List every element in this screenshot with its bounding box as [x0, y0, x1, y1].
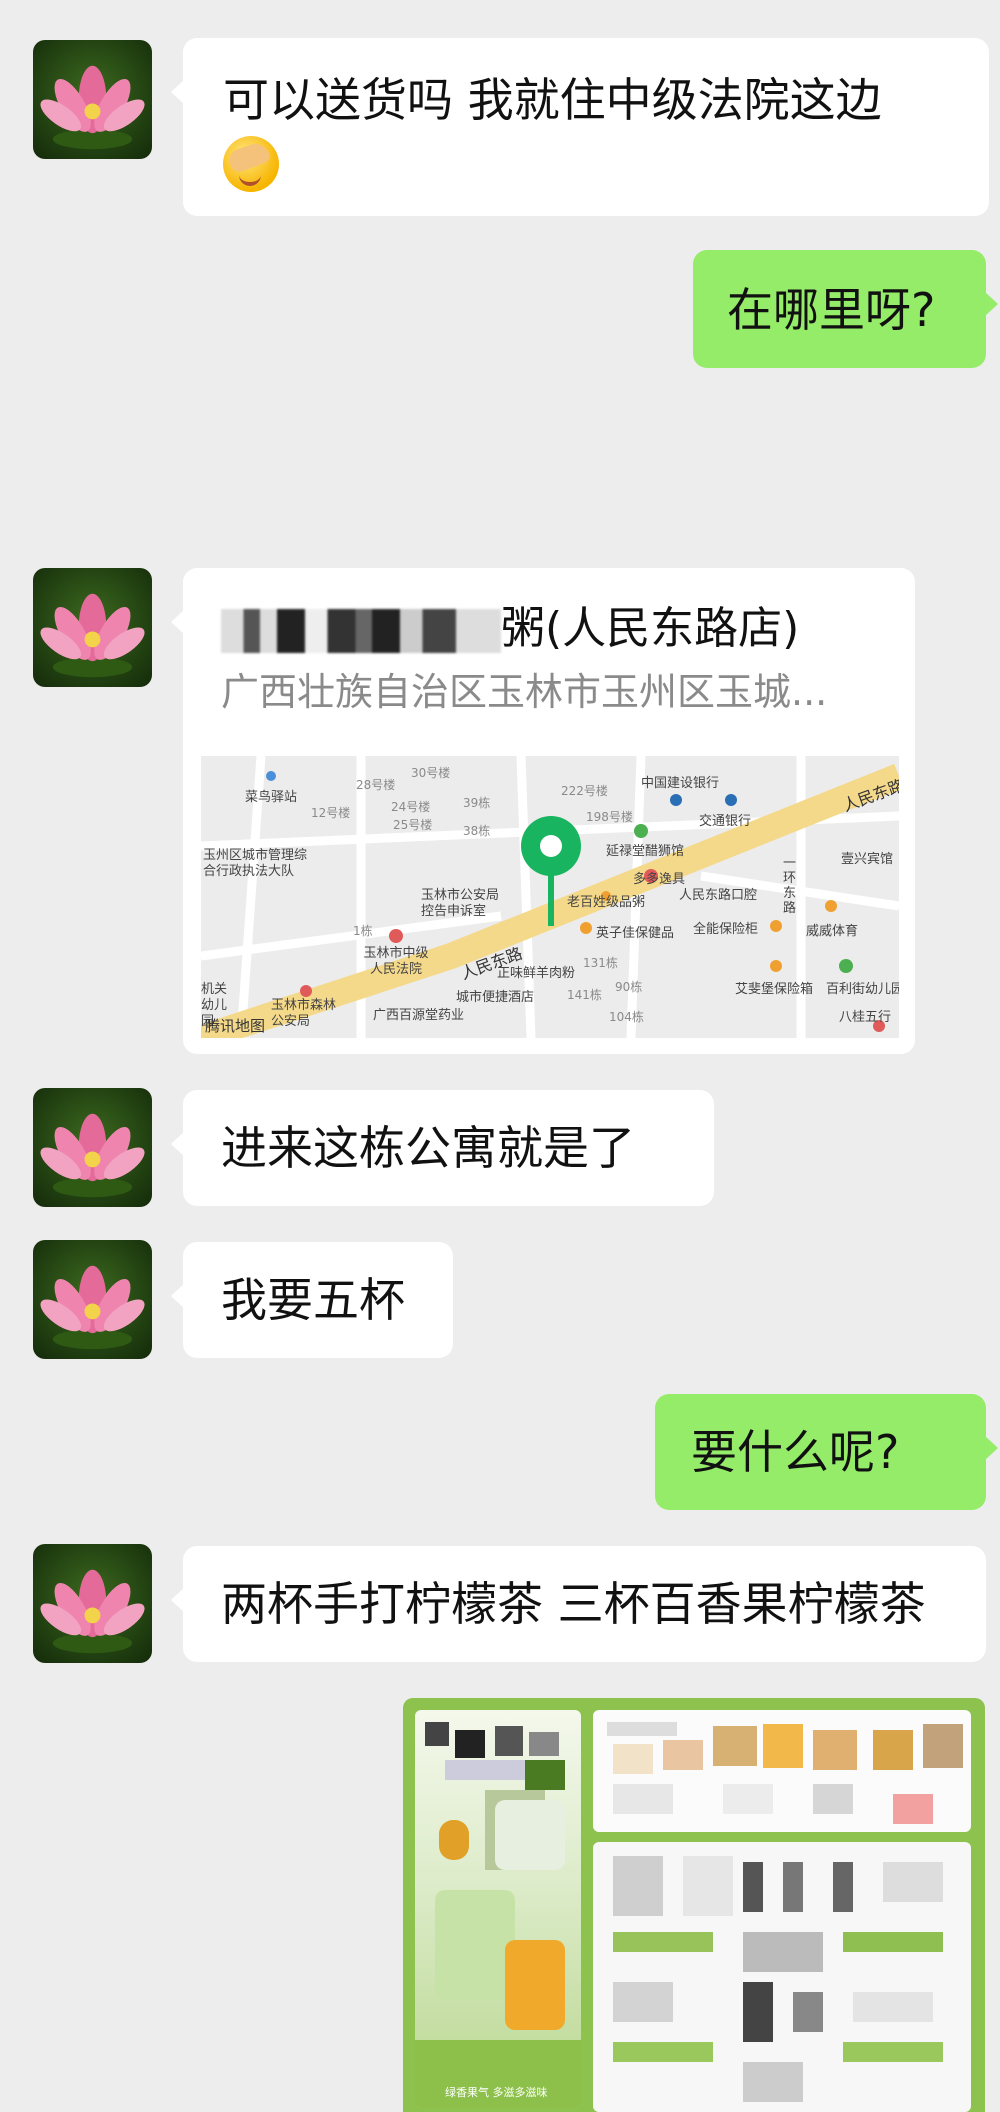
- map-label: 222号楼: [561, 784, 608, 798]
- map-label: 多多逸具: [633, 872, 686, 887]
- menu-poster: 绿香果气 多滋多滋味: [415, 1710, 581, 2108]
- map-label: 12号楼: [311, 806, 351, 820]
- message-text: 可以送货吗 我就住中级法院这边: [223, 73, 882, 127]
- contact-avatar[interactable]: [33, 568, 152, 687]
- message-bubble-incoming[interactable]: 两杯手打柠檬茶 三杯百香果柠檬茶: [171, 1546, 986, 1662]
- location-card[interactable]: 粥(人民东路店) 广西壮族自治区玉林市玉州区玉城... 菜鸟驿站 30号楼 28…: [171, 568, 915, 1054]
- face-palm-emoji-icon: [223, 135, 279, 192]
- map-label: 玉林市森林公安局: [271, 998, 337, 1029]
- map-label: 交通银行: [699, 814, 752, 829]
- map-label: 延禄堂醋狮馆: [606, 844, 685, 859]
- lotus-avatar-image: [40, 65, 145, 150]
- lotus-avatar-image: [40, 1113, 145, 1198]
- poster-caption: 绿香果气 多滋多滋味: [445, 2086, 548, 2099]
- map-label: 一环东路: [783, 856, 797, 916]
- message-bubble-incoming[interactable]: 可以送货吗 我就住中级法院这边: [171, 38, 989, 216]
- location-address: 广西壮族自治区玉林市玉州区玉城...: [221, 670, 828, 714]
- map-label: 人民东路口腔: [679, 888, 758, 903]
- map-label: 39栋: [463, 796, 491, 810]
- map-preview[interactable]: 菜鸟驿站 30号楼 28号楼 12号楼 24号楼 25号楼 39栋 38栋 22…: [201, 756, 899, 1038]
- lotus-avatar-image: [40, 1569, 145, 1654]
- map-label: 正味鲜羊肉粉: [497, 966, 576, 981]
- map-label: 1栋: [353, 924, 373, 938]
- map-label: 30号楼: [411, 766, 451, 780]
- map-label: 中国建设银行: [641, 776, 720, 791]
- map-label: 广西百源堂药业: [373, 1008, 465, 1023]
- map-label: 全能保险柜: [693, 922, 759, 937]
- pixelated-shop-name: [221, 609, 501, 653]
- lotus-avatar-image: [40, 593, 145, 678]
- map-label: 八桂五行: [839, 1010, 892, 1025]
- map-label: 威威体育: [806, 924, 859, 939]
- map-label: 38栋: [463, 824, 491, 838]
- message-text: 要什么呢?: [691, 1425, 900, 1479]
- map-label: 玉林市中级人民法院: [363, 946, 429, 977]
- message-text: 在哪里呀?: [727, 283, 936, 337]
- message-text: 进来这栋公寓就是了: [221, 1121, 635, 1175]
- message-text: 我要五杯: [221, 1273, 405, 1327]
- contact-avatar[interactable]: [33, 1544, 152, 1663]
- contact-avatar[interactable]: [33, 1088, 152, 1207]
- map-provider-credit: 腾讯地图: [205, 1017, 266, 1035]
- map-label: 百利街幼儿园: [826, 982, 899, 997]
- map-label: 198号楼: [586, 810, 633, 824]
- message-bubble-incoming[interactable]: 进来这栋公寓就是了: [171, 1090, 714, 1206]
- message-bubble-outgoing[interactable]: 在哪里呀?: [693, 250, 998, 368]
- message-bubble-incoming[interactable]: 我要五杯: [171, 1242, 453, 1358]
- map-label: 28号楼: [356, 778, 396, 792]
- location-title: 粥(人民东路店): [221, 602, 799, 656]
- map-label: 城市便捷酒店: [456, 990, 535, 1005]
- menu-image-message[interactable]: 绿香果气 多滋多滋味: [403, 1698, 985, 2112]
- map-label: 玉州区城市管理综合行政执法大队: [203, 848, 308, 879]
- map-label: 24号楼: [391, 800, 431, 814]
- map-label: 老百姓级品粥: [567, 895, 646, 910]
- contact-avatar[interactable]: [33, 40, 152, 159]
- map-label: 90栋: [615, 980, 643, 994]
- menu-list-bottom: [593, 1842, 971, 2112]
- map-label: 131栋: [583, 956, 618, 970]
- map-label: 玉林市公安局控告申诉室: [421, 888, 500, 919]
- map-label: 艾斐堡保险箱: [735, 982, 814, 997]
- contact-avatar[interactable]: [33, 1240, 152, 1359]
- map-label: 菜鸟驿站: [245, 790, 298, 805]
- map-label: 25号楼: [393, 818, 433, 832]
- map-label: 141栋: [567, 988, 602, 1002]
- map-label: 英子佳保健品: [596, 926, 675, 941]
- map-label: 壹兴宾馆: [841, 852, 894, 867]
- message-bubble-outgoing[interactable]: 要什么呢?: [655, 1394, 998, 1510]
- map-label: 104栋: [609, 1010, 644, 1024]
- message-text: 两杯手打柠檬茶 三杯百香果柠檬茶: [221, 1577, 926, 1631]
- menu-list-top: [593, 1710, 971, 1832]
- lotus-avatar-image: [40, 1265, 145, 1350]
